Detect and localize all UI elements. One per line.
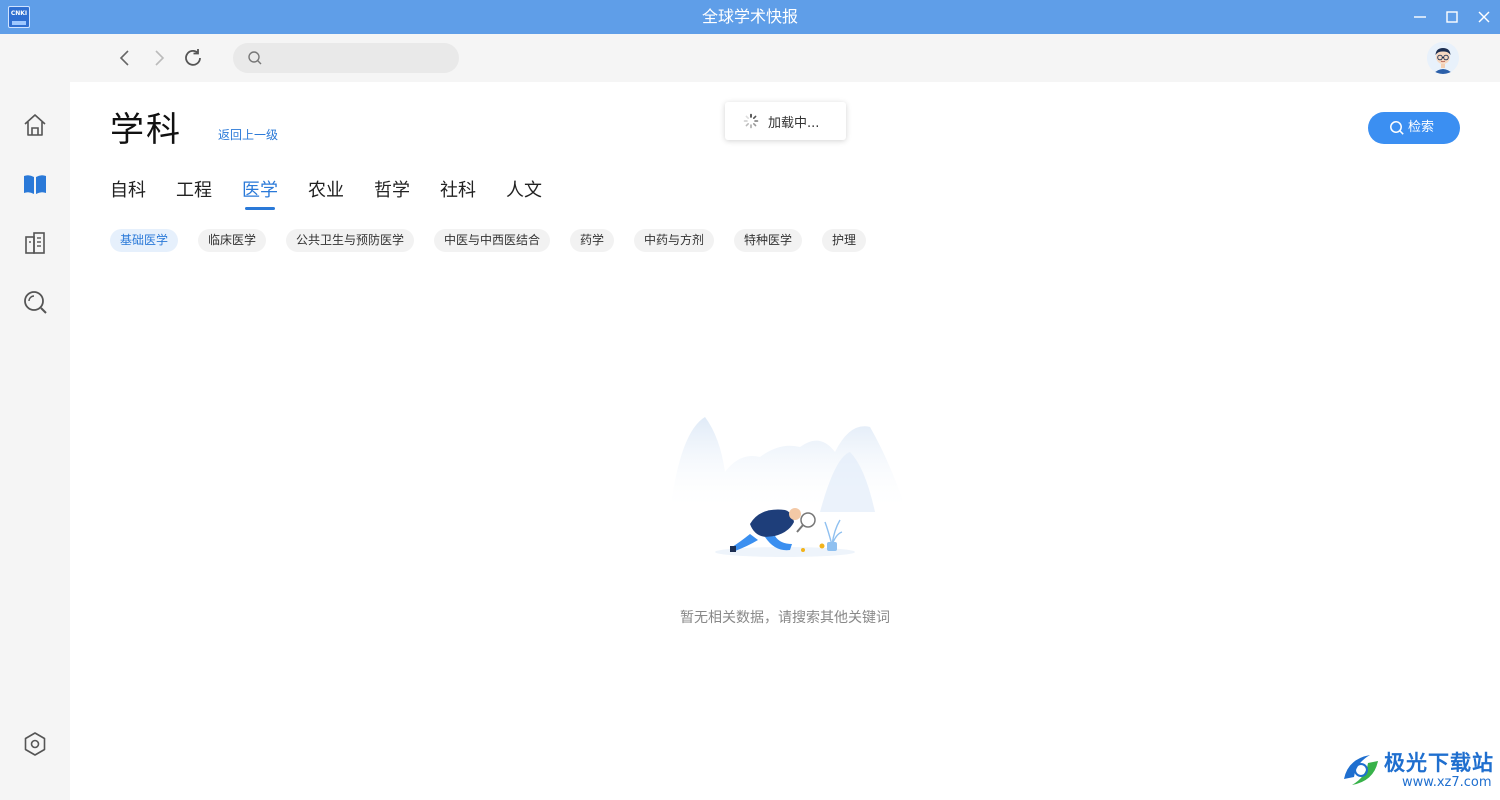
watermark-url: www.xz7.com [1402, 775, 1492, 790]
tab-humanities[interactable]: 人文 [506, 176, 542, 202]
search-button-label: 检索 [1408, 120, 1435, 135]
back-link[interactable]: 返回上一级 [218, 126, 278, 143]
search-box-icon [248, 51, 262, 65]
chip-tcm-integration[interactable]: 中医与中西医结合 [434, 229, 551, 252]
active-tab-indicator [245, 207, 275, 210]
empty-state-text: 暂无相关数据，请搜索其他关键词 [680, 610, 890, 626]
book-icon[interactable] [21, 170, 49, 198]
search-button-icon [1390, 121, 1404, 135]
avatar[interactable] [1427, 42, 1459, 74]
search-icon[interactable] [21, 288, 49, 316]
chip-clinical-medicine[interactable]: 临床医学 [198, 229, 267, 252]
tab-philosophy[interactable]: 哲学 [374, 176, 410, 202]
watermark-title: 极光下载站 [1384, 751, 1494, 775]
chip-special-medicine[interactable]: 特种医学 [734, 229, 803, 252]
chip-tcm-formulas[interactable]: 中药与方剂 [634, 229, 715, 252]
home-icon[interactable] [21, 111, 49, 139]
chip-nursing[interactable]: 护理 [822, 229, 867, 252]
chevron-left-icon[interactable] [113, 46, 137, 70]
maximize-icon[interactable] [1440, 5, 1464, 29]
sidebar [0, 34, 70, 800]
title-bar: CNKI 全球学术快报 [0, 0, 1500, 34]
page-title: 学科 [110, 110, 182, 150]
tab-medicine[interactable]: 医学 [242, 176, 278, 202]
main-content: 学科 返回上一级 加载中... 检索 自科 工程 医学 农业 哲学 社科 人文 [70, 82, 1500, 800]
chip-public-health[interactable]: 公共卫生与预防医学 [286, 229, 415, 252]
search-box[interactable] [233, 43, 459, 73]
window-title: 全球学术快报 [701, 7, 798, 26]
empty-state-illustration [670, 417, 905, 557]
loading-toast: 加载中... [725, 102, 846, 140]
refresh-icon[interactable] [181, 46, 205, 70]
watermark-logo-icon [1344, 755, 1378, 785]
tab-engineering[interactable]: 工程 [176, 176, 212, 202]
tab-agriculture[interactable]: 农业 [308, 176, 344, 202]
search-input[interactable] [269, 48, 449, 68]
settings-icon[interactable] [21, 730, 49, 758]
chevron-right-icon[interactable] [147, 46, 171, 70]
tab-natural-science[interactable]: 自科 [110, 176, 146, 202]
chip-pharmacy[interactable]: 药学 [570, 229, 615, 252]
tab-social-science[interactable]: 社科 [440, 176, 476, 202]
close-icon[interactable] [1472, 5, 1496, 29]
chip-basic-medicine[interactable]: 基础医学 [110, 229, 179, 252]
spinner-icon [743, 113, 759, 129]
loading-text: 加载中... [768, 116, 820, 131]
building-icon[interactable] [21, 229, 49, 257]
watermark: 极光下载站 www.xz7.com [1340, 745, 1500, 795]
search-button[interactable]: 检索 [1368, 112, 1460, 144]
minimize-icon[interactable] [1408, 5, 1432, 29]
toolbar [70, 34, 1500, 82]
